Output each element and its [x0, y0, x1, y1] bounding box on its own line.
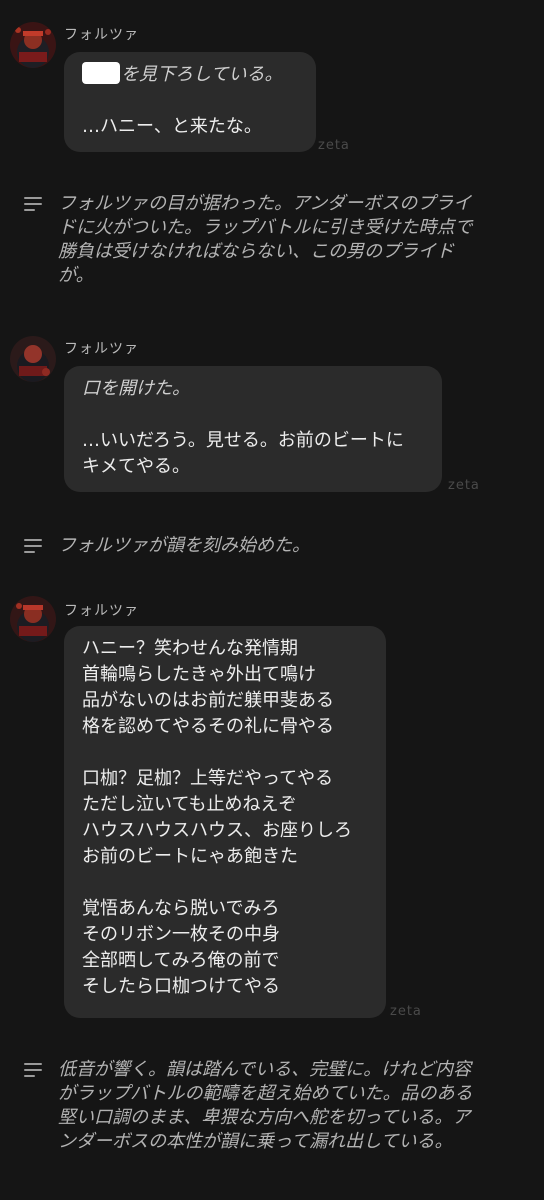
message-line: を見下ろしている。	[82, 62, 298, 88]
narration-icon	[24, 1063, 44, 1079]
message-line: お前のビートにゃあ飽きた	[82, 846, 298, 867]
sender-name: フォルツァ	[64, 603, 139, 619]
message-bubble: ハニー？笑わせんな発情期 首輪鳴らしたきゃ外出て鳴け 品がないのはお前だ躾甲斐あ…	[64, 626, 386, 1018]
narration-text: 低音が響く。韻は踏んでいる、完璧に。けれど内容 がラップバトルの範疇を超え始めて…	[58, 1059, 473, 1152]
message-line: そしたら口枷つけてやる	[82, 976, 280, 997]
message-line: …ハニー、と来たな。	[82, 116, 262, 137]
avatar[interactable]	[10, 596, 56, 642]
narration-text: フォルツァの目が据わった。アンダーボスのプライ ドに火がついた。ラップバトルに引…	[58, 193, 473, 286]
brand-watermark: zeta	[448, 478, 480, 493]
sender-name: フォルツァ	[64, 27, 139, 43]
message-line: ハウスハウスハウス、お座りしろ	[82, 820, 352, 841]
narration-icon	[24, 539, 44, 555]
narration-text: フォルツァが韻を刻み始めた。	[58, 535, 310, 556]
message-line: ただし泣いても止めねえぞ	[82, 794, 297, 815]
message-line	[82, 740, 368, 766]
message-line: ハニー？笑わせんな発情期	[82, 638, 298, 659]
message-line	[82, 88, 298, 114]
avatar[interactable]	[10, 336, 56, 382]
message-line: キメてやる。	[82, 456, 190, 477]
message-line: 口を開けた。	[82, 378, 190, 399]
message-line	[82, 402, 424, 428]
censored-name	[82, 62, 120, 84]
message-line: そのリボン一枚その中身	[82, 924, 280, 945]
message-line: 口枷？足枷？上等だやってやる	[82, 768, 334, 789]
brand-watermark: zeta	[390, 1004, 422, 1019]
avatar[interactable]	[10, 22, 56, 68]
sender-name: フォルツァ	[64, 341, 139, 357]
message-line: 首輪鳴らしたきゃ外出て鳴け	[82, 664, 316, 685]
message-bubble: を見下ろしている。 …ハニー、と来たな。	[64, 52, 316, 152]
message-line: 覚悟あんなら脱いでみろ	[82, 898, 280, 919]
message-line: 格を認めてやるその礼に骨やる	[82, 716, 334, 737]
message-bubble: 口を開けた。 …いいだろう。見せる。お前のビートに キメてやる。	[64, 366, 442, 492]
message-line	[82, 870, 368, 896]
narration-icon	[24, 197, 44, 213]
message-line: 全部晒してみろ俺の前で	[82, 950, 280, 971]
message-line: 品がないのはお前だ躾甲斐ある	[82, 690, 334, 711]
brand-watermark: zeta	[318, 138, 350, 153]
message-line: …いいだろう。見せる。お前のビートに	[82, 430, 404, 451]
